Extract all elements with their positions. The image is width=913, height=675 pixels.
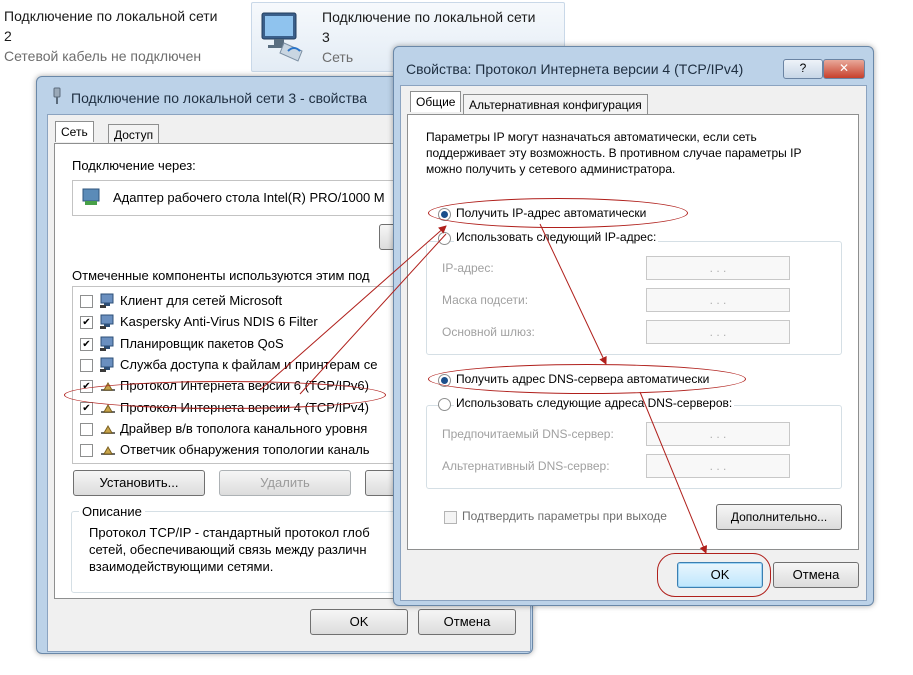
arrow-to-ip-auto — [259, 225, 447, 391]
arrow-to-dns-auto — [539, 223, 607, 365]
tab-general[interactable]: Общие — [410, 91, 462, 112]
tab-network[interactable]: Сеть — [55, 121, 94, 142]
arrow-to-ok — [639, 391, 708, 554]
arrow-to-ip-manual — [299, 233, 447, 395]
